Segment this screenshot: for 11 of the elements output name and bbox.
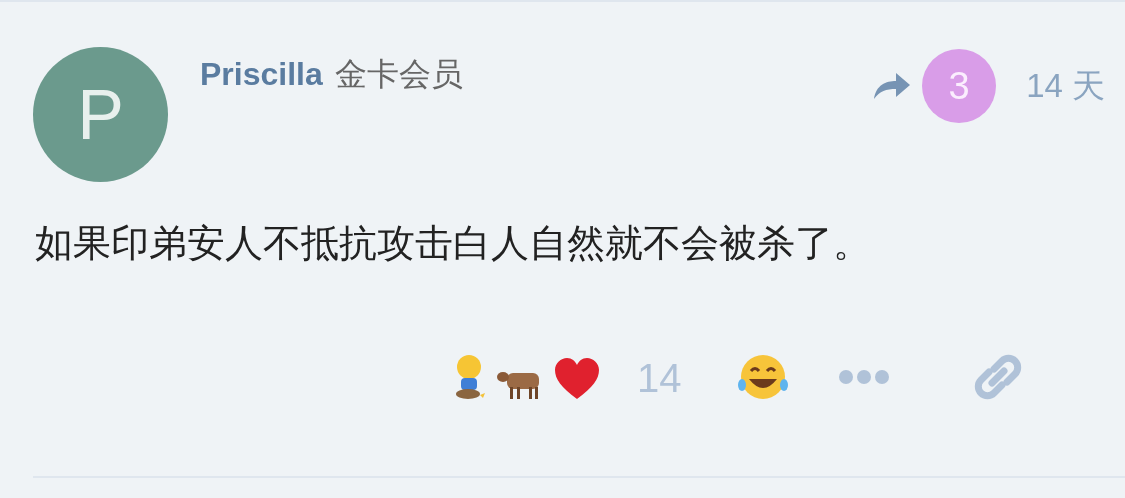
reply-count[interactable]: 3 [922, 49, 997, 123]
sitting-child-icon[interactable] [453, 353, 487, 401]
avatar[interactable]: P [33, 47, 168, 182]
post-text: 如果印弟安人不抵抗攻击白人自然就不会被杀了。 [35, 221, 872, 266]
avatar-letter: P [77, 74, 124, 155]
post-age: 14 天 [1026, 65, 1105, 106]
heart-icon[interactable] [553, 357, 601, 401]
laughing-face-icon[interactable] [736, 353, 789, 401]
member-title: 金卡会员 [334, 55, 463, 94]
author-name[interactable]: Priscilla [200, 56, 323, 93]
reaction-count[interactable]: 14 [637, 356, 682, 401]
